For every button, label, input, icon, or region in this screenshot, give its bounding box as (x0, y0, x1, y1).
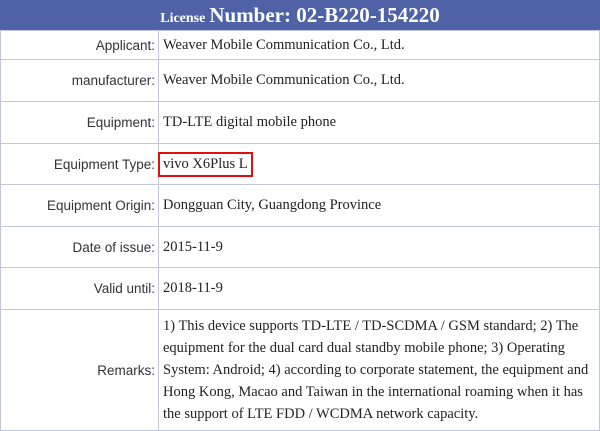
remarks-value: 1) This device supports TD-LTE / TD-SCDM… (158, 309, 600, 431)
equipment-type-value-highlighted: vivo X6Plus L (158, 151, 253, 177)
manufacturer-label: manufacturer: (0, 59, 159, 102)
equipment-origin-value: Dongguan City, Guangdong Province (158, 184, 600, 227)
equipment-value: TD-LTE digital mobile phone (158, 101, 600, 144)
table-row-manufacturer: manufacturer: Weaver Mobile Communicatio… (0, 59, 600, 102)
date-of-issue-value: 2015-11-9 (158, 226, 600, 268)
table-row-equipment: Equipment: TD-LTE digital mobile phone (0, 101, 600, 144)
equipment-type-label: Equipment Type: (0, 143, 159, 185)
table-row-remarks: Remarks: 1) This device supports TD-LTE … (0, 309, 600, 431)
equipment-label: Equipment: (0, 101, 159, 144)
license-details-table: Applicant: Weaver Mobile Communication C… (0, 30, 600, 431)
date-of-issue-label: Date of issue: (0, 226, 159, 268)
table-row-equipment-origin: Equipment Origin: Dongguan City, Guangdo… (0, 184, 600, 227)
equipment-type-cell: vivo X6Plus L (158, 143, 600, 185)
equipment-origin-label: Equipment Origin: (0, 184, 159, 227)
table-row-date-of-issue: Date of issue: 2015-11-9 (0, 226, 600, 268)
remarks-label: Remarks: (0, 309, 159, 431)
table-row-equipment-type: Equipment Type: vivo X6Plus L (0, 143, 600, 185)
license-label: License (160, 11, 206, 26)
license-number: Number: 02-B220-154220 (209, 3, 440, 27)
table-row-applicant: Applicant: Weaver Mobile Communication C… (0, 30, 600, 60)
license-number-header: License Number: 02-B220-154220 (0, 0, 600, 30)
applicant-label: Applicant: (0, 30, 159, 60)
manufacturer-value: Weaver Mobile Communication Co., Ltd. (158, 59, 600, 102)
applicant-value: Weaver Mobile Communication Co., Ltd. (158, 30, 600, 60)
valid-until-value: 2018-11-9 (158, 267, 600, 310)
valid-until-label: Valid until: (0, 267, 159, 310)
table-row-valid-until: Valid until: 2018-11-9 (0, 267, 600, 310)
